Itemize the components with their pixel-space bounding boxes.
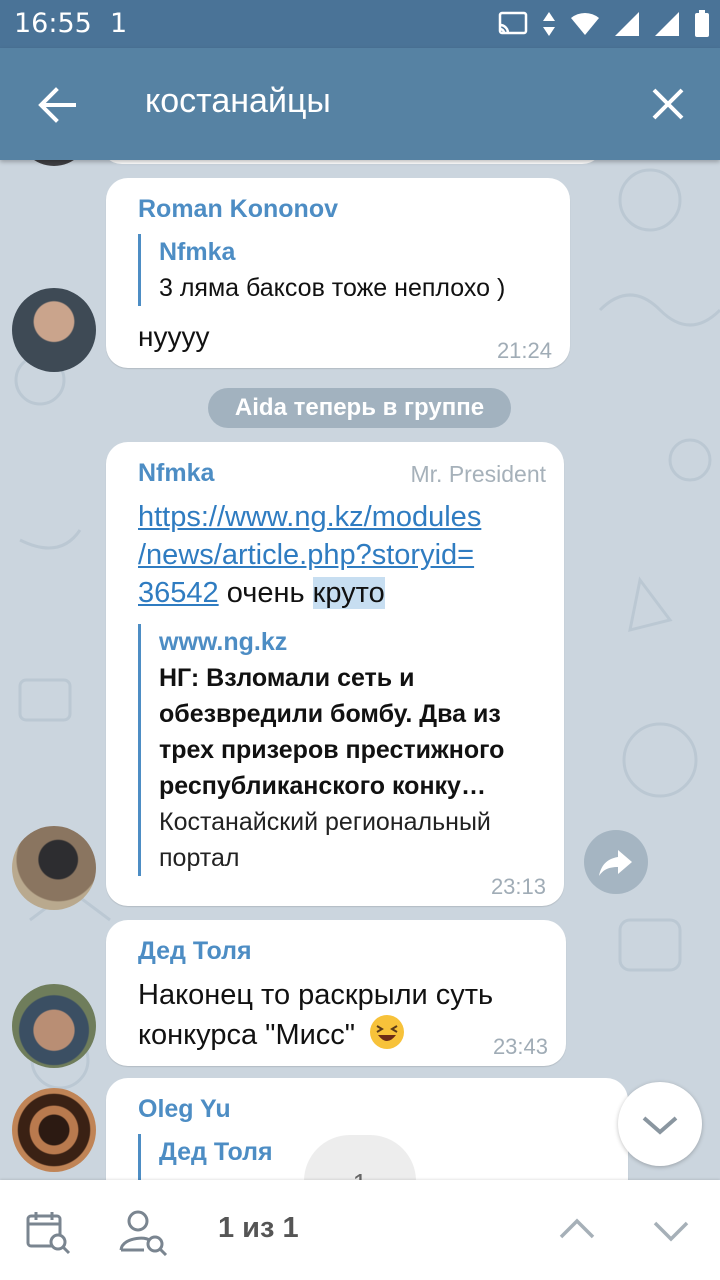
message-time: 23:13: [490, 874, 546, 899]
search-app-bar: костанайцы: [0, 48, 720, 160]
message-bubble[interactable]: Nfmka Mr. President https://www.ng.kz/mo…: [106, 442, 564, 906]
link-preview[interactable]: www.ng.kz НГ: Взломали сеть и обезвредил…: [138, 624, 559, 876]
message-sender[interactable]: Oleg Yu: [138, 1095, 231, 1124]
share-arrow-icon: [599, 850, 632, 876]
status-icons: [498, 10, 710, 38]
message-sender[interactable]: Дед Толя: [138, 937, 252, 966]
admin-title: Mr. President: [410, 461, 547, 487]
chevron-down-nav-icon[interactable]: [652, 1220, 690, 1244]
avatar-oleg-yu[interactable]: [12, 1088, 96, 1172]
message-text: https://www.ng.kz/modules/news/article.p…: [138, 498, 558, 612]
cast-icon: [498, 11, 528, 35]
wifi-icon: [571, 12, 599, 36]
calendar-search-icon[interactable]: [24, 1208, 72, 1256]
preview-description: Костанайский региональный портал: [159, 808, 491, 872]
message-bubble[interactable]: Roman Kononov Nfmka 3 ляма баксов тоже н…: [106, 178, 570, 368]
chevron-down-icon: [642, 1116, 678, 1135]
notification-count: 1: [110, 8, 128, 39]
message-text-after: очень: [226, 577, 313, 609]
preview-title: НГ: Взломали сеть и обезвредили бомбу. Д…: [159, 664, 505, 800]
scroll-down-button[interactable]: [618, 1082, 702, 1166]
previous-message-bubble: [100, 160, 604, 164]
search-highlight: круто: [312, 577, 385, 609]
message-time: 23:43: [492, 1034, 548, 1059]
service-message: Aida теперь в группе: [208, 388, 511, 428]
signal-icon: [615, 12, 639, 36]
reply-text: 3 ляма баксов тоже неплохо ): [159, 274, 506, 302]
data-arrows-icon: [543, 12, 555, 36]
chevron-up-icon[interactable]: [558, 1216, 596, 1240]
reply-author: Дед Толя: [159, 1138, 273, 1166]
message-sender[interactable]: Nfmka: [138, 459, 214, 488]
search-result-counter: 1 из 1: [218, 1212, 299, 1244]
reply-quote[interactable]: Nfmka 3 ляма баксов тоже неплохо ): [138, 234, 505, 306]
battery-icon: [695, 10, 709, 37]
search-query[interactable]: костанайцы: [145, 82, 331, 121]
back-arrow-icon[interactable]: [36, 84, 78, 126]
avatar-ded-tolya[interactable]: [12, 984, 96, 1068]
message-text: Наконец то раскрыли суть конкурса "Мисс": [138, 979, 494, 1051]
laughing-emoji-icon: [370, 1015, 405, 1049]
avatar-nfmka[interactable]: [12, 826, 96, 910]
user-search-icon[interactable]: [118, 1208, 170, 1256]
message-text: нуууу: [138, 321, 210, 352]
reply-quote[interactable]: Дед Толя: [138, 1134, 273, 1180]
close-icon[interactable]: [650, 86, 686, 122]
share-button[interactable]: [584, 830, 648, 894]
status-bar: 16:55 1: [0, 0, 720, 48]
message-bubble[interactable]: Дед Толя Наконец то раскрыли суть конкур…: [106, 920, 566, 1066]
status-time: 16:55: [14, 8, 92, 39]
reply-author: Nfmka: [159, 238, 236, 266]
preview-site: www.ng.kz: [159, 628, 288, 656]
message-time: 21:24: [496, 338, 552, 363]
avatar-roman-kononov[interactable]: [12, 288, 96, 372]
message-sender[interactable]: Roman Kononov: [138, 195, 338, 224]
search-bottom-bar: 1 из 1: [0, 1180, 720, 1280]
signal-icon-2: [655, 12, 679, 36]
chat-area[interactable]: Roman Kononov Nfmka 3 ляма баксов тоже н…: [0, 160, 720, 1180]
